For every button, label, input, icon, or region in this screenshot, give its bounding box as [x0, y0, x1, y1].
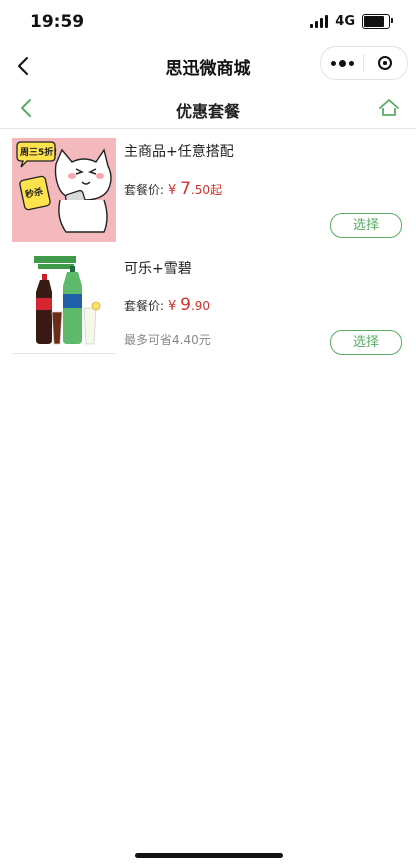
image-divider: [12, 353, 116, 354]
status-bar: 19:59 4G: [0, 0, 416, 46]
max-savings-text: 最多可省4.40元: [124, 333, 211, 347]
battery-fill: [364, 16, 385, 27]
package-price-row: 套餐价: ¥ 9.90: [124, 295, 210, 315]
package-price-row: 套餐价: ¥ 7.50起: [124, 179, 222, 199]
select-button[interactable]: 选择: [330, 330, 402, 355]
target-circle-icon[interactable]: [364, 47, 406, 79]
promo-bubble-text: 周三5折!: [20, 148, 58, 158]
package-image-drinks: [12, 252, 116, 356]
price-label: 套餐价:: [124, 183, 165, 197]
select-button[interactable]: 选择: [330, 213, 402, 238]
price-decimal: .90: [190, 299, 211, 313]
home-outline-icon[interactable]: [378, 97, 400, 119]
network-type: 4G: [335, 14, 355, 29]
price-currency: ¥: [168, 183, 177, 198]
package-name: 主商品+任意搭配: [124, 144, 234, 160]
signal-icon: [310, 15, 329, 28]
status-time: 19:59: [30, 12, 85, 32]
price-label: 套餐价:: [124, 299, 165, 313]
battery-icon: [362, 14, 393, 29]
price-integer: 7: [180, 179, 191, 199]
more-dots-icon[interactable]: [321, 47, 363, 79]
price-currency: ¥: [168, 299, 177, 314]
package-price: ¥ 9.90: [168, 295, 210, 315]
package-item: 可乐+雪碧 套餐价: ¥ 9.90 最多可省4.40元 选择: [0, 244, 416, 356]
status-indicators: 4G: [310, 14, 393, 29]
package-item: 周三5折! 秒杀 主商品+任意搭配 套餐价: ¥ 7.50起 选择: [0, 128, 416, 242]
package-name: 可乐+雪碧: [124, 261, 192, 277]
capsule-menu: [320, 46, 408, 80]
price-decimal: .50起: [190, 183, 223, 197]
mini-program-nav-bar: 思迅微商城: [0, 46, 416, 86]
cola-sprite-bottles-image: [12, 252, 116, 356]
home-indicator[interactable]: [135, 853, 283, 858]
price-integer: 9: [180, 295, 191, 315]
package-price: ¥ 7.50起: [168, 179, 222, 199]
page-header: 优惠套餐: [0, 88, 416, 129]
package-image-promo: 周三5折! 秒杀: [12, 138, 116, 242]
page-title: 优惠套餐: [175, 102, 240, 121]
